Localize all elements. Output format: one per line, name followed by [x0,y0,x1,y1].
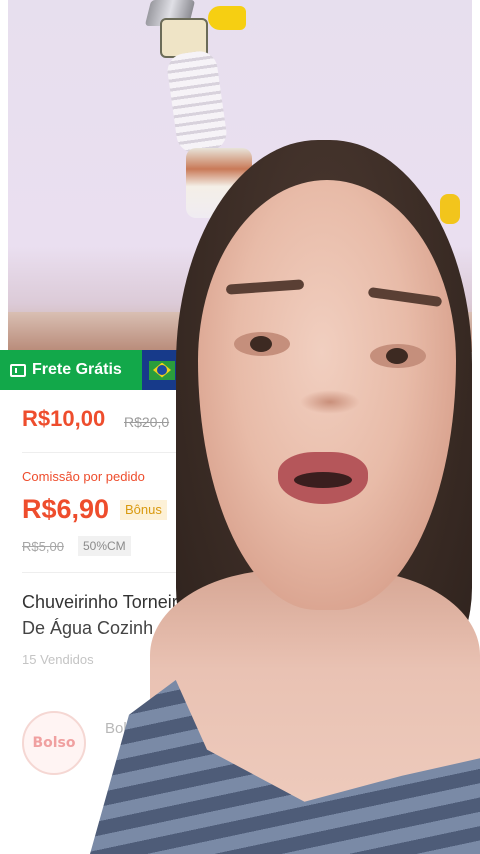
product-title-line-1-end[interactable]: Filtro [388,592,428,613]
commission-rate-tag: 50%CM [78,536,131,556]
store-name[interactable]: Bols [105,720,134,737]
product-photo[interactable] [8,0,472,352]
product-title-line-2[interactable]: De Água Cozinh [22,618,153,639]
product-title-line-1[interactable]: Chuveirinho Torneira R [22,592,206,613]
store-logo[interactable]: Bolso [22,711,86,775]
store-logo-text: Bolso [32,735,76,751]
commission-original: R$5,00 [22,539,64,554]
faucet-hose [165,49,229,155]
current-price: R$10,00 [22,406,106,431]
free-shipping-label: Frete Grátis [32,361,122,378]
faucet-filter [186,148,252,218]
original-price: R$20,0 [124,414,170,430]
divider [22,572,458,573]
brazil-flag-icon [149,360,175,380]
commission-label: Comissão por pedido [22,469,145,484]
bonus-tag: Bônus [120,500,167,520]
origin-flag-badge [142,350,182,390]
free-shipping-badge: Frete Grátis [0,350,142,390]
divider [22,452,458,453]
faucet-handle [208,6,246,30]
sales-count: 15 Vendidos [22,652,94,667]
photo-shelf [8,312,472,352]
ticket-icon [10,363,26,377]
screen: Frete Grátis R$10,00 R$20,0 Comissão por… [0,0,480,854]
commission-value: R$6,90 [22,494,110,524]
